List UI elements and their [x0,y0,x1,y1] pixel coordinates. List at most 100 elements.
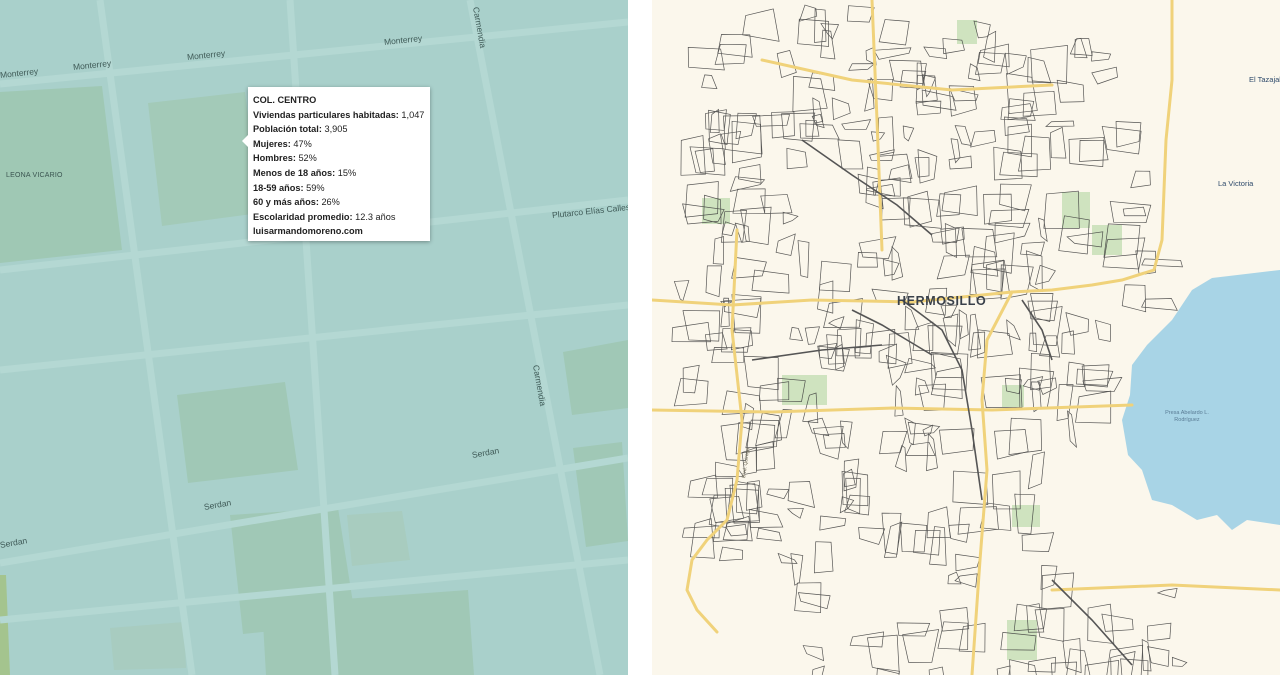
colonia-polygon [878,116,895,156]
city-block [262,590,474,675]
colonia-polygon [1147,622,1172,642]
colonia-polygon [894,445,907,473]
colonia-polygon [755,441,776,471]
colonia-polygon [732,188,766,214]
colonia-polygon [983,30,997,63]
colonia-polygon [777,552,798,564]
colonia-polygon [967,63,981,82]
colonia-polygon [1008,417,1042,455]
colonia-polygon [1034,608,1065,642]
tooltip-row: 60 y más años: 26% [253,197,340,208]
colonia-polygon [1034,264,1056,285]
colonia-polygon [797,240,810,278]
colonia-polygon [928,666,944,675]
colonia-polygon [937,621,969,650]
colonia-polygon [1147,646,1170,667]
colonia-polygon [804,326,820,345]
colonia-polygon [958,622,986,653]
colonia-polygon [837,139,864,170]
colonia-polygon [766,488,790,500]
colonia-polygon [1101,126,1142,155]
colonia-polygon [737,164,762,184]
colonia-polygon [849,631,885,648]
colonia-polygon [891,246,904,281]
city-block [347,511,410,566]
colonia-polygon [1091,51,1112,62]
colonia-polygon [812,425,844,460]
colonia-polygon [878,343,898,365]
city-block [148,92,260,226]
colonia-polygon [970,130,996,148]
colonia-polygon [828,316,845,330]
neighborhood-tooltip: COL. CENTRO Viviendas particulares habit… [242,87,430,241]
tooltip-row: 18-59 años: 59% [253,182,325,193]
colonia-polygon [713,520,749,543]
colonia-polygon [914,377,930,396]
tooltip-row: Escolaridad promedio: 12.3 años [253,211,396,222]
colonia-polygon [983,193,1012,225]
colonia-polygon [957,506,999,535]
colonia-polygon [701,477,734,496]
colonia-polygon [1007,98,1035,121]
colonia-polygon [1087,603,1115,644]
colonia-polygon [1020,241,1045,256]
colonia-polygon [708,494,731,529]
colonia-polygon [798,4,818,22]
colonia-polygon [913,529,941,556]
colonia-polygon [811,665,825,675]
colonia-polygon [888,59,924,85]
colonia-polygon [1021,532,1055,552]
colonia-polygon [1156,587,1178,599]
colonia-polygon [1101,613,1134,632]
colonia-polygon [1037,377,1057,395]
colonia-polygon [743,355,779,391]
tooltip-title: COL. CENTRO [253,95,317,105]
colonia-polygon [817,280,834,314]
colonia-polygon [714,43,747,65]
tooltip-credit: luisarmandomoreno.com [253,226,363,237]
colonia-polygon [760,194,793,214]
colonia-polygon [1122,206,1147,217]
colonia-polygon [983,232,1015,274]
colonia-polygon [865,329,896,347]
city-block [563,340,628,415]
colonia-polygon [955,553,981,572]
colonia-polygon [857,173,880,196]
colonia-polygon [671,321,711,343]
colonia-polygon [996,665,1011,675]
colonia-polygon [673,377,709,407]
colonia-polygon [748,509,784,528]
colonia-polygon [802,645,825,662]
city-map-panel[interactable]: HERMOSILLO El Tazajal La Victoria Presa … [652,0,1280,675]
colonia-polygon [1006,319,1021,341]
colonia-polygon [797,592,831,610]
colonia-polygon [1040,565,1058,591]
colonia-polygon [1007,123,1032,158]
colonia-polygon [854,319,874,355]
colonia-polygon [735,112,757,140]
colonia-polygon [813,541,834,574]
colonia-polygon [877,153,913,181]
colonia-polygon [1067,410,1077,449]
colonia-polygon [948,155,972,170]
colonia-polygon [1056,384,1074,422]
colonia-polygon [790,553,804,586]
colonia-polygon [673,280,690,302]
colonia-polygon [905,441,936,456]
zoomed-map-panel[interactable]: Monterrey Monterrey Monterrey Monterrey … [0,0,628,675]
panel-divider [628,0,652,675]
colonia-polygon [904,305,920,331]
colonia-polygon [1094,319,1111,342]
colonia-polygon [1084,660,1119,675]
colonia-polygon [1038,217,1048,243]
colonia-polygon [820,29,836,60]
colonia-polygon [789,326,804,342]
tooltip-row: Población total: 3,905 [253,124,348,135]
colonia-polygon [954,573,978,588]
colonia-polygon [782,211,799,225]
tooltip-row: Viviendas particulares habitadas: 1,047 [253,109,425,120]
colonia-polygon [1172,656,1188,667]
colonia-polygon [878,19,910,46]
colonia-polygon [857,252,878,268]
colonia-polygon [756,527,782,542]
